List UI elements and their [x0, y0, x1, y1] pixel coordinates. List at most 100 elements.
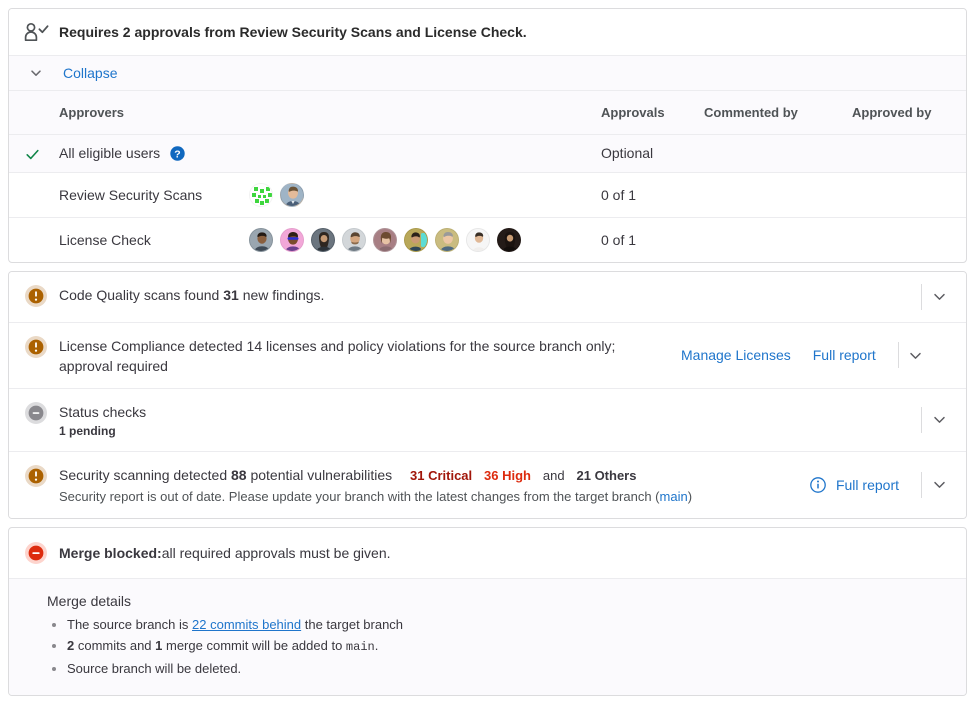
approver-rule-name: Review Security Scans: [59, 186, 203, 203]
commits-mid-2: merge commit will be added to: [162, 637, 346, 653]
manage-licenses-link[interactable]: Manage Licenses: [681, 347, 791, 363]
column-header-approved-by: Approved by: [848, 91, 966, 135]
avatar[interactable]: [466, 227, 490, 252]
avatar-group: [249, 227, 593, 252]
list-item: 2 commits and 1 merge commit will be add…: [67, 635, 950, 658]
approvals-count: Optional: [597, 134, 700, 173]
avatar-group: [249, 182, 593, 207]
avatar[interactable]: [342, 227, 366, 252]
warning-icon: [25, 335, 47, 358]
column-header-approvers: Approvers: [55, 91, 597, 135]
approved-by-cell: [848, 217, 966, 262]
merge-details-panel: Merge details The source branch is 22 co…: [9, 578, 966, 695]
severity-and: and: [542, 467, 565, 483]
column-header-approvals: Approvals: [597, 91, 700, 135]
license-full-report-link[interactable]: Full report: [813, 347, 876, 363]
status-checks-body: Status checks 1 pending: [59, 401, 899, 439]
merge-blocked-title: Merge blocked:: [59, 544, 162, 561]
security-note-before: Security report is out of date. Please u…: [59, 488, 660, 504]
security-text-before: Security scanning detected: [59, 466, 228, 483]
reports-card: Code Quality scans found 31 new findings…: [8, 270, 967, 519]
avatar[interactable]: [435, 227, 459, 252]
approvals-header-text: Requires 2 approvals from Review Securit…: [59, 24, 527, 40]
list-item: Source branch will be deleted.: [67, 658, 950, 679]
avatar[interactable]: [373, 227, 397, 252]
approvals-card: Requires 2 approvals from Review Securit…: [8, 8, 967, 263]
collapse-button[interactable]: Collapse: [63, 65, 117, 81]
commits-behind-text-before: The source branch is: [67, 616, 193, 632]
security-body: Security scanning detected 88 potential …: [59, 464, 792, 506]
license-compliance-actions: Manage Licenses Full report: [659, 342, 933, 369]
chevron-down-icon: [932, 289, 947, 304]
avatar[interactable]: [404, 227, 428, 252]
security-note-after: ): [687, 488, 693, 504]
code-quality-actions: [899, 283, 956, 310]
person-check-icon: [23, 22, 49, 42]
approvals-count: 0 of 1: [601, 231, 637, 248]
security-headline: Security scanning detected 88 potential …: [59, 465, 792, 486]
security-expand-button[interactable]: [922, 472, 956, 498]
avatar[interactable]: [280, 182, 304, 207]
avatar[interactable]: [280, 227, 304, 252]
avatar[interactable]: [249, 182, 273, 207]
header-spacer: [9, 91, 55, 135]
row-approved-check: [9, 217, 55, 262]
info-circle-icon[interactable]: [810, 476, 826, 493]
approved-by-cell: [848, 134, 966, 173]
commented-by-cell: [700, 172, 848, 218]
avatar[interactable]: [311, 227, 335, 252]
table-row: All eligible users ? Optional: [9, 134, 966, 173]
widget-row-code-quality: Code Quality scans found 31 new findings…: [9, 271, 966, 323]
commits-behind-link[interactable]: 22 commits behind: [192, 617, 301, 632]
chevron-down-icon: [932, 477, 947, 492]
code-quality-count: 31: [223, 286, 239, 303]
chevron-down-icon: [29, 66, 43, 80]
severity-others: 21 Others: [576, 467, 637, 483]
security-text-after: potential vulnerabilities: [250, 466, 393, 483]
status-checks-expand-button[interactable]: [922, 407, 956, 433]
merge-details-list: The source branch is 22 commits behind t…: [47, 614, 950, 679]
status-checks-subtitle: 1 pending: [59, 423, 116, 438]
commits-mid-1: commits and: [74, 637, 156, 653]
merge-blocked-card: Merge blocked: all required approvals mu…: [8, 526, 967, 696]
table-row: Review Security Scans 0 of 1: [9, 172, 966, 218]
commented-by-cell: [700, 217, 848, 262]
security-note: Security report is out of date. Please u…: [59, 488, 792, 506]
merge-blocked-subtitle: all required approvals must be given.: [161, 544, 391, 561]
commented-by-cell: [700, 134, 848, 173]
svg-text:?: ?: [174, 149, 180, 161]
avatar[interactable]: [497, 227, 521, 252]
column-header-commented-by: Commented by: [700, 91, 848, 135]
approver-avatars-cell: [245, 217, 597, 262]
avatar[interactable]: [249, 227, 273, 252]
widget-row-license-compliance: License Compliance detected 14 licenses …: [9, 322, 966, 389]
approvals-count: 0 of 1: [597, 172, 700, 218]
commits-tail: .: [374, 637, 379, 653]
approver-rule-name-cell: Review Security Scans: [55, 172, 245, 218]
approver-rule-name: License Check: [59, 231, 151, 248]
approver-rule-name: All eligible users: [59, 145, 161, 162]
warning-icon: [25, 464, 47, 487]
security-full-report-link[interactable]: Full report: [836, 477, 899, 493]
code-quality-text: Code Quality scans found 31 new findings…: [59, 284, 899, 305]
chevron-down-icon: [932, 412, 947, 427]
code-quality-text-after: new findings.: [242, 286, 325, 303]
merge-request-widget-page: Requires 2 approvals from Review Securit…: [0, 0, 975, 721]
commits-behind-text-after: the target branch: [301, 616, 404, 632]
row-approved-check: [9, 134, 55, 173]
chevron-down-icon: [908, 348, 923, 363]
target-branch-link[interactable]: main: [660, 489, 688, 504]
table-row: License Check 0 of 1: [9, 217, 966, 262]
approver-avatars-cell: [245, 172, 597, 218]
approvals-header: Requires 2 approvals from Review Securit…: [9, 9, 966, 56]
collapse-row[interactable]: Collapse: [9, 56, 966, 91]
question-circle-icon[interactable]: ?: [170, 146, 185, 162]
code-quality-expand-button[interactable]: [922, 284, 956, 310]
license-compliance-expand-button[interactable]: [899, 342, 933, 368]
warning-icon: [25, 284, 47, 307]
approver-rule-name-cell: All eligible users ?: [55, 134, 597, 173]
security-actions: Full report: [792, 471, 956, 498]
approvers-table-header-row: Approvers Approvals Commented by Approve…: [9, 91, 966, 135]
target-branch-name: main: [345, 639, 375, 654]
severity-critical: 31 Critical: [410, 467, 473, 483]
